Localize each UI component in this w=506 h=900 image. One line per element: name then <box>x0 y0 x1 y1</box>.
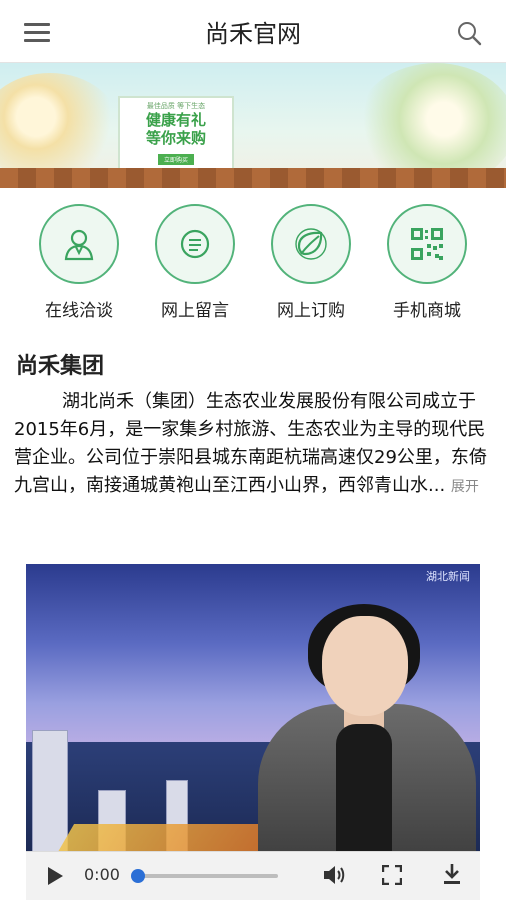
search-icon[interactable] <box>456 20 482 46</box>
volume-icon[interactable] <box>322 864 346 890</box>
leaf-icon <box>271 204 351 284</box>
promo-headline-2: 等你来购 <box>145 129 206 147</box>
quick-link-label: 手机商城 <box>393 301 461 321</box>
quick-link-online-chat[interactable]: 在线洽谈 <box>24 204 134 321</box>
download-icon[interactable] <box>442 863 462 889</box>
top-bar: 尚禾官网 <box>0 0 506 63</box>
company-intro: 湖北尚禾（集团）生态农业发展股份有限公司成立于2015年6月，是一家集乡村旅游、… <box>14 388 492 501</box>
seek-knob[interactable] <box>131 869 145 883</box>
expand-link[interactable]: 展开 <box>451 479 479 495</box>
wood-shelf <box>0 168 506 188</box>
flower-decoration <box>0 73 120 183</box>
quick-links: 在线洽谈 网上留言 网上订购 手机商城 <box>0 198 506 328</box>
person-icon <box>39 204 119 284</box>
highway-lights <box>57 824 275 852</box>
video-controls: 0:00 <box>26 851 480 900</box>
quick-link-order[interactable]: 网上订购 <box>256 204 366 321</box>
video-player[interactable]: 湖北新闻 0:00 <box>26 564 480 900</box>
fullscreen-icon[interactable] <box>381 864 403 889</box>
page-title: 尚禾官网 <box>205 20 301 48</box>
section-title: 尚禾集团 <box>16 354 105 379</box>
quick-link-mobile-mall[interactable]: 手机商城 <box>372 204 482 321</box>
promo-sign: 最佳品质 等下生态 健康有礼 等你来购 立即购买 <box>118 96 234 170</box>
play-icon[interactable] <box>46 866 64 890</box>
building <box>32 730 68 852</box>
promo-buy-button[interactable]: 立即购买 <box>157 154 194 165</box>
quick-link-message[interactable]: 网上留言 <box>140 204 250 321</box>
channel-logo: 湖北新闻 <box>426 570 470 583</box>
quick-link-label: 网上订购 <box>277 301 345 321</box>
qrcode-icon <box>387 204 467 284</box>
message-icon <box>155 204 235 284</box>
promo-headline-1: 健康有礼 <box>145 111 206 129</box>
company-intro-text: 湖北尚禾（集团）生态农业发展股份有限公司成立于2015年6月，是一家集乡村旅游、… <box>14 391 487 496</box>
promo-banner[interactable]: 最佳品质 等下生态 健康有礼 等你来购 立即购买 <box>0 63 506 188</box>
quick-link-label: 网上留言 <box>161 301 229 321</box>
promo-small-text: 最佳品质 等下生态 <box>146 102 206 110</box>
current-time: 0:00 <box>84 865 120 884</box>
seek-bar[interactable] <box>131 869 278 883</box>
quick-link-label: 在线洽谈 <box>45 301 113 321</box>
